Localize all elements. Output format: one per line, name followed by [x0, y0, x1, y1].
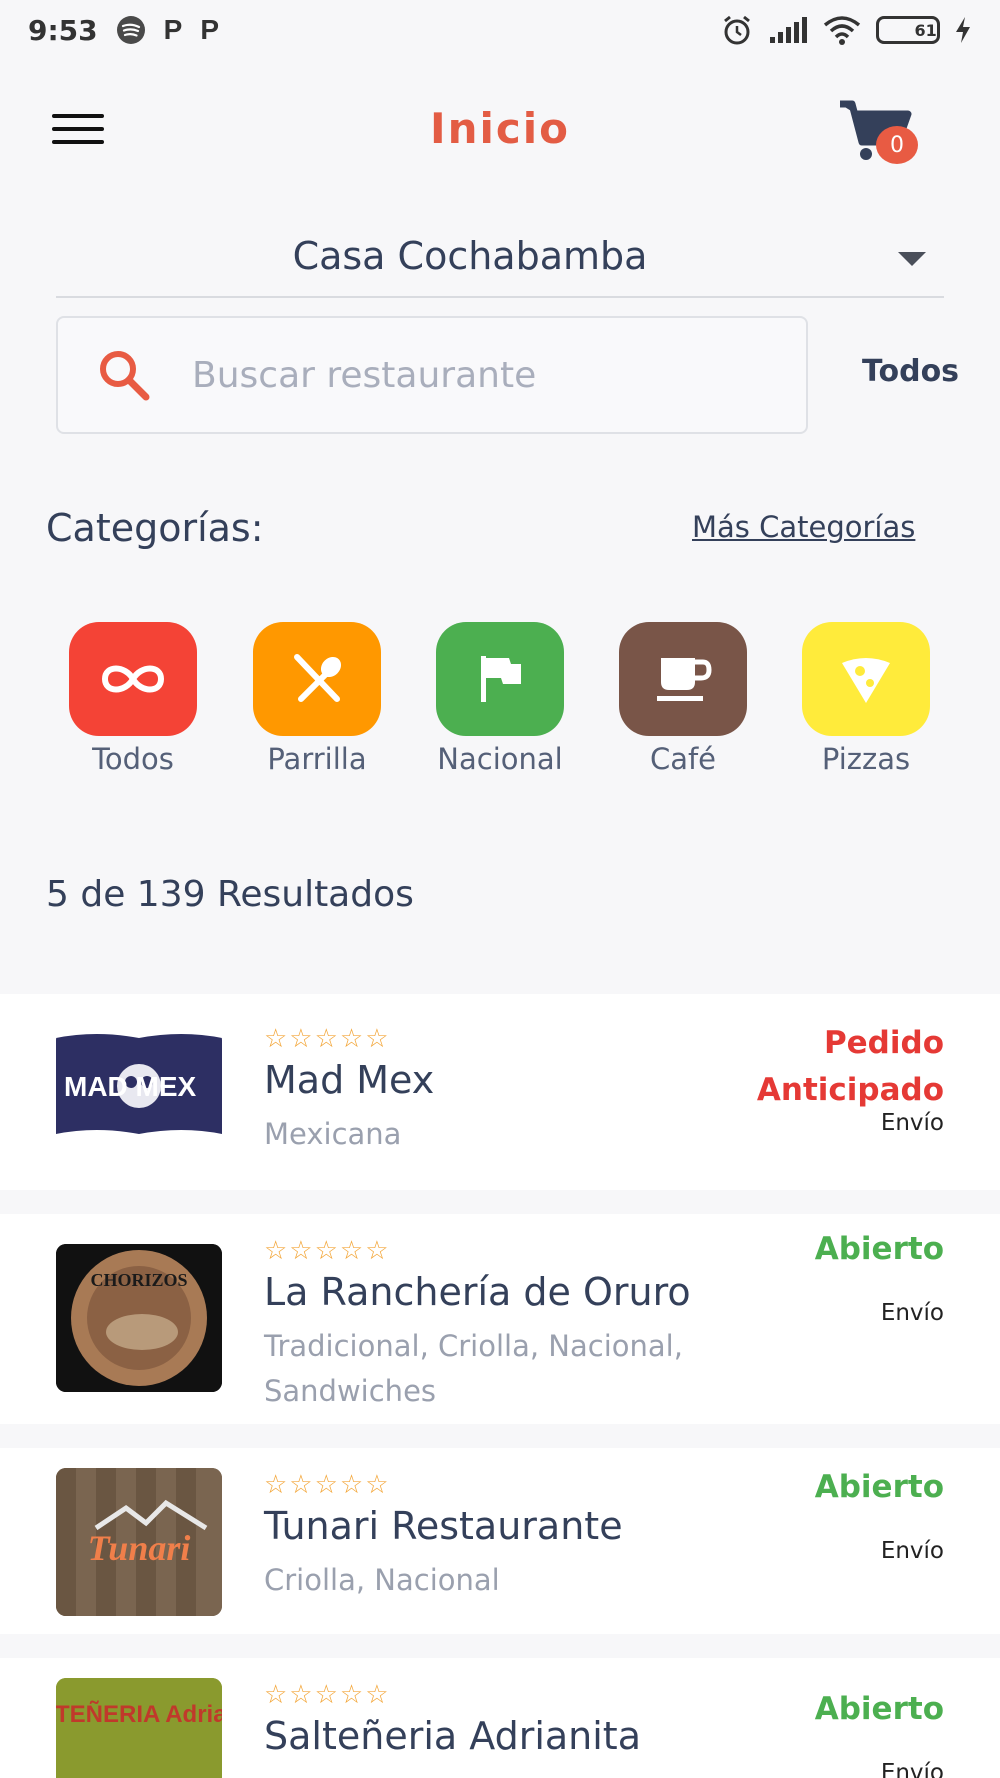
signal-icon	[768, 15, 808, 45]
category-label: Todos	[92, 742, 174, 776]
logo-text: SALTEÑERIA Adrianita	[56, 1700, 222, 1728]
search-icon	[100, 351, 150, 401]
category-todos[interactable]: Todos	[68, 622, 198, 776]
status-bar-right: 61	[720, 13, 972, 47]
restaurant-status: Abierto	[814, 1231, 944, 1267]
restaurant-info: ☆☆☆☆☆ Salteñeria Adrianita	[264, 1680, 744, 1758]
restaurant-logo: MAD MEX	[56, 1030, 222, 1178]
search-box	[56, 316, 808, 434]
alarm-icon	[720, 13, 754, 47]
app-bar: Inicio 0	[0, 80, 1000, 180]
search-input[interactable]	[192, 354, 752, 396]
category-cafe[interactable]: Café	[618, 622, 748, 776]
category-pizzas[interactable]: Pizzas	[801, 622, 931, 776]
status-bar: 9:53 P P 61	[0, 0, 1000, 60]
logo-text: CHORIZOS	[90, 1270, 187, 1290]
restaurant-card[interactable]: CHORIZOS ☆☆☆☆☆ La Ranchería de Oruro Tra…	[0, 1214, 1000, 1424]
status-time: 9:53	[28, 13, 98, 47]
category-label: Café	[649, 742, 717, 776]
category-tile	[619, 622, 747, 736]
restaurant-status: Abierto	[814, 1469, 944, 1505]
category-label: Nacional	[437, 742, 563, 776]
restaurant-info: ☆☆☆☆☆ Mad Mex Mexicana	[264, 1024, 744, 1157]
dropdown-caret-icon	[898, 252, 926, 266]
restaurant-logo: CHORIZOS	[56, 1244, 222, 1392]
restaurant-tags: Tradicional, Criolla, Nacional, Sandwich…	[264, 1329, 683, 1408]
category-tile	[69, 622, 197, 736]
infinity-icon	[101, 665, 165, 693]
restaurant-card[interactable]: Tunari ☆☆☆☆☆ Tunari Restaurante Criolla,…	[0, 1448, 1000, 1634]
flag-icon	[481, 656, 521, 702]
restaurant-name: Mad Mex	[264, 1058, 435, 1102]
cart-count-badge: 0	[876, 126, 918, 164]
category-tile	[253, 622, 381, 736]
category-nacional[interactable]: Nacional	[435, 622, 565, 776]
location-value: Casa Cochabamba	[292, 234, 648, 278]
rating-stars: ☆☆☆☆☆	[264, 1024, 391, 1054]
restaurant-tags: Mexicana	[264, 1117, 402, 1151]
delivery-label: Envío	[880, 1110, 944, 1136]
restaurant-name: Salteñeria Adrianita	[264, 1714, 641, 1758]
restaurant-card[interactable]: SALTEÑERIA Adrianita ☆☆☆☆☆ Salteñeria Ad…	[0, 1658, 1000, 1778]
category-label: Pizzas	[821, 742, 911, 776]
rating-stars: ☆☆☆☆☆	[264, 1680, 391, 1710]
categories-title: Categorías:	[46, 506, 264, 550]
results-count: 5 de 139 Resultados	[46, 874, 414, 915]
battery-level: 61	[914, 20, 937, 40]
rating-stars: ☆☆☆☆☆	[264, 1236, 391, 1266]
notification-p-icon: P	[200, 14, 220, 45]
category-label: Parrilla	[267, 742, 367, 776]
rating-stars: ☆☆☆☆☆	[264, 1470, 391, 1500]
more-categories-link[interactable]: Más Categorías	[692, 510, 915, 544]
restaurant-card[interactable]: MAD MEX ☆☆☆☆☆ Mad Mex Mexicana Pedido An…	[0, 994, 1000, 1190]
restaurant-name: La Ranchería de Oruro	[264, 1270, 691, 1314]
cart-button[interactable]: 0	[838, 98, 918, 168]
delivery-label: Envío	[880, 1300, 944, 1326]
restaurant-status: Abierto	[814, 1691, 944, 1727]
restaurant-logo: Tunari	[56, 1468, 222, 1616]
restaurant-status: Pedido Anticipado	[756, 1025, 944, 1108]
restaurant-name: Tunari Restaurante	[264, 1504, 623, 1548]
delivery-label: Envío	[880, 1760, 944, 1778]
restaurant-info: ☆☆☆☆☆ La Ranchería de Oruro Tradicional,…	[264, 1236, 764, 1414]
categories-row: Todos Parrilla Nacional Café Pizzas	[0, 622, 1000, 782]
spotify-icon	[116, 15, 146, 45]
battery-icon: 61	[876, 16, 940, 44]
notification-p-icon: P	[163, 14, 183, 45]
location-dropdown[interactable]: Casa Cochabamba	[56, 222, 944, 298]
filter-all-button[interactable]: Todos	[862, 354, 959, 389]
category-tile	[436, 622, 564, 736]
category-tile	[802, 622, 930, 736]
status-bar-left: 9:53 P P	[28, 14, 219, 47]
category-parrilla[interactable]: Parrilla	[252, 622, 382, 776]
restaurant-logo: SALTEÑERIA Adrianita	[56, 1678, 222, 1778]
utensils-icon	[294, 654, 342, 702]
pizza-icon	[842, 658, 890, 703]
delivery-label: Envío	[880, 1538, 944, 1564]
wifi-icon	[822, 15, 862, 45]
restaurant-tags: Criolla, Nacional	[264, 1563, 500, 1597]
restaurant-info: ☆☆☆☆☆ Tunari Restaurante Criolla, Nacion…	[264, 1470, 744, 1603]
coffee-icon	[657, 658, 712, 701]
logo-text: Tunari	[88, 1528, 191, 1568]
charging-icon	[954, 16, 972, 44]
logo-text: MAD MEX	[64, 1071, 197, 1102]
